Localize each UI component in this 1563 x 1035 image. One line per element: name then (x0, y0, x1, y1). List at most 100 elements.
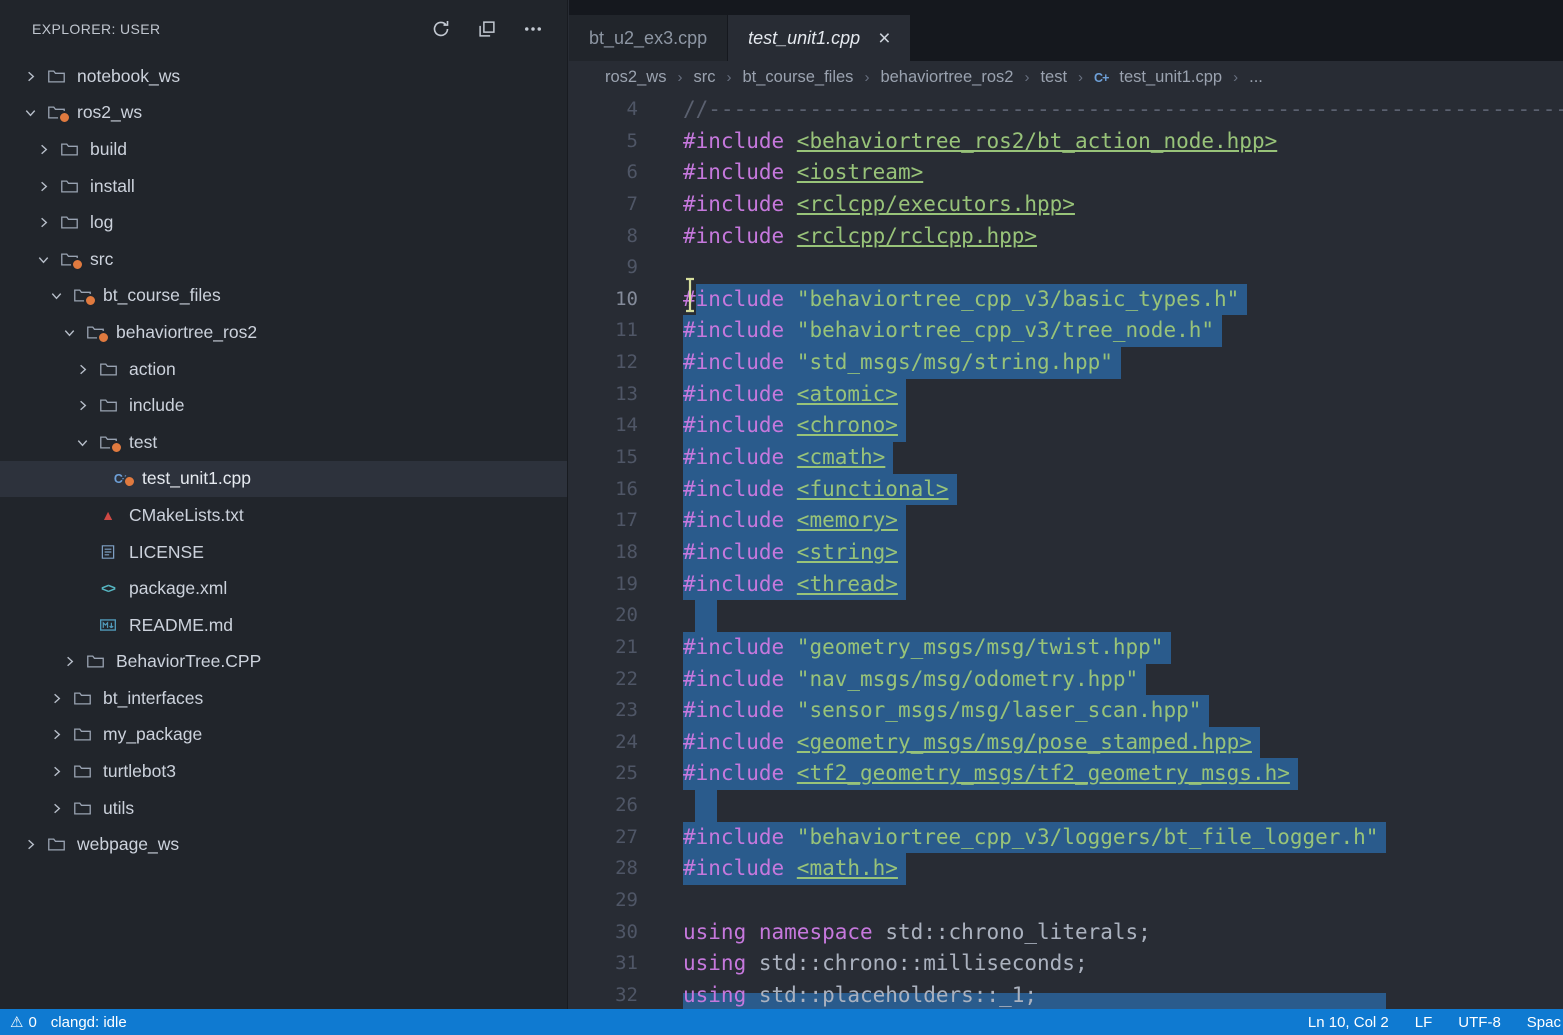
line-number[interactable]: 24 (569, 727, 683, 759)
line-number[interactable]: 17 (569, 505, 683, 537)
line-number[interactable]: 25 (569, 758, 683, 790)
tree-item-ros2_ws[interactable]: ros2_ws (0, 95, 567, 132)
code-line-17[interactable]: 17#include <memory> (569, 505, 1563, 537)
tree-item-behaviortree_ros2[interactable]: behaviortree_ros2 (0, 314, 567, 351)
line-number[interactable]: 8 (569, 221, 683, 253)
line-number[interactable]: 6 (569, 157, 683, 189)
line-number[interactable]: 13 (569, 379, 683, 411)
code-line-26[interactable]: 26 (569, 790, 1563, 822)
breadcrumb-item-src[interactable]: src (693, 68, 715, 87)
line-number[interactable]: 30 (569, 917, 683, 949)
tree-item-turtlebot3[interactable]: turtlebot3 (0, 753, 567, 790)
line-number[interactable]: 23 (569, 695, 683, 727)
code-line-22[interactable]: 22#include "nav_msgs/msg/odometry.hpp" (569, 664, 1563, 696)
tree-item-CMakeLists.txt[interactable]: ▲CMakeLists.txt (0, 497, 567, 534)
chevron-right-icon[interactable] (46, 764, 66, 779)
breadcrumb-item-test[interactable]: test (1040, 68, 1067, 87)
line-number[interactable]: 5 (569, 126, 683, 158)
line-number[interactable]: 10 (569, 284, 683, 316)
line-number[interactable]: 29 (569, 885, 683, 917)
line-number[interactable]: 22 (569, 664, 683, 696)
code-line-12[interactable]: 12#include "std_msgs/msg/string.hpp" (569, 347, 1563, 379)
code-line-19[interactable]: 19#include <thread> (569, 569, 1563, 601)
chevron-right-icon[interactable] (46, 727, 66, 742)
code-line-25[interactable]: 25#include <tf2_geometry_msgs/tf2_geomet… (569, 758, 1563, 790)
chevron-down-icon[interactable] (72, 435, 92, 450)
line-number[interactable]: 28 (569, 853, 683, 885)
line-number[interactable]: 14 (569, 410, 683, 442)
code-line-32[interactable]: 32using std::placeholders::_1; (569, 980, 1563, 1009)
status-item-lf[interactable]: LF (1415, 1014, 1433, 1031)
tree-item-log[interactable]: log (0, 204, 567, 241)
code-line-28[interactable]: 28#include <math.h> (569, 853, 1563, 885)
line-number[interactable]: 9 (569, 252, 683, 284)
code-line-16[interactable]: 16#include <functional> (569, 474, 1563, 506)
code-line-14[interactable]: 14#include <chrono> (569, 410, 1563, 442)
line-number[interactable]: 19 (569, 569, 683, 601)
code-line-5[interactable]: 5#include <behaviortree_ros2/bt_action_n… (569, 126, 1563, 158)
code-line-15[interactable]: 15#include <cmath> (569, 442, 1563, 474)
breadcrumb-item-...[interactable]: ... (1249, 68, 1263, 87)
tab-bt_u2_ex3.cpp[interactable]: bt_u2_ex3.cpp (569, 15, 728, 61)
code-line-10[interactable]: 10#include "behaviortree_cpp_v3/basic_ty… (569, 284, 1563, 316)
code-line-13[interactable]: 13#include <atomic> (569, 379, 1563, 411)
more-actions-icon[interactable] (523, 19, 543, 39)
code-line-21[interactable]: 21#include "geometry_msgs/msg/twist.hpp" (569, 632, 1563, 664)
line-number[interactable]: 27 (569, 822, 683, 854)
tree-item-utils[interactable]: utils (0, 790, 567, 827)
chevron-right-icon[interactable] (46, 691, 66, 706)
refresh-icon[interactable] (431, 19, 451, 39)
line-number[interactable]: 12 (569, 347, 683, 379)
line-number[interactable]: 31 (569, 948, 683, 980)
line-number[interactable]: 21 (569, 632, 683, 664)
tree-item-BehaviorTree.CPP[interactable]: BehaviorTree.CPP (0, 644, 567, 681)
code-line-7[interactable]: 7#include <rclcpp/executors.hpp> (569, 189, 1563, 221)
line-number[interactable]: 16 (569, 474, 683, 506)
tree-item-notebook_ws[interactable]: notebook_ws (0, 58, 567, 95)
tree-item-test[interactable]: test (0, 424, 567, 461)
line-number[interactable]: 15 (569, 442, 683, 474)
code-line-4[interactable]: 4//-------------------------------------… (569, 94, 1563, 126)
chevron-right-icon[interactable] (72, 398, 92, 413)
breadcrumb-item-ros2_ws[interactable]: ros2_ws (605, 68, 666, 87)
code-editor[interactable]: 4//-------------------------------------… (569, 94, 1563, 1009)
line-number[interactable]: 4 (569, 94, 683, 126)
code-line-9[interactable]: 9 (569, 252, 1563, 284)
tree-item-my_package[interactable]: my_package (0, 717, 567, 754)
code-line-8[interactable]: 8#include <rclcpp/rclcpp.hpp> (569, 221, 1563, 253)
tree-item-bt_interfaces[interactable]: bt_interfaces (0, 680, 567, 717)
chevron-right-icon[interactable] (72, 362, 92, 377)
status-item-ln-10-col-2[interactable]: Ln 10, Col 2 (1308, 1014, 1389, 1031)
open-editors-icon[interactable] (477, 19, 497, 39)
tree-item-install[interactable]: install (0, 168, 567, 205)
code-line-31[interactable]: 31using std::chrono::milliseconds; (569, 948, 1563, 980)
code-line-27[interactable]: 27#include "behaviortree_cpp_v3/loggers/… (569, 822, 1563, 854)
clangd-status[interactable]: clangd: idle (51, 1014, 127, 1031)
status-item-spac[interactable]: Spac (1527, 1014, 1561, 1031)
code-line-20[interactable]: 20 (569, 600, 1563, 632)
code-line-30[interactable]: 30using namespace std::chrono_literals; (569, 917, 1563, 949)
problems-indicator[interactable]: ⚠ 0 (10, 1013, 37, 1031)
code-line-29[interactable]: 29 (569, 885, 1563, 917)
line-number[interactable]: 32 (569, 980, 683, 1009)
line-number[interactable]: 20 (569, 600, 683, 632)
chevron-right-icon[interactable] (20, 69, 40, 84)
chevron-right-icon[interactable] (46, 801, 66, 816)
tree-item-webpage_ws[interactable]: webpage_ws (0, 826, 567, 863)
line-number[interactable]: 26 (569, 790, 683, 822)
tree-item-LICENSE[interactable]: LICENSE (0, 534, 567, 571)
tree-item-src[interactable]: src (0, 241, 567, 278)
code-line-23[interactable]: 23#include "sensor_msgs/msg/laser_scan.h… (569, 695, 1563, 727)
close-icon[interactable]: × (878, 28, 890, 49)
code-line-18[interactable]: 18#include <string> (569, 537, 1563, 569)
chevron-down-icon[interactable] (46, 288, 66, 303)
tree-item-package.xml[interactable]: <>package.xml (0, 570, 567, 607)
breadcrumb-item-bt_course_files[interactable]: bt_course_files (742, 68, 853, 87)
tree-item-bt_course_files[interactable]: bt_course_files (0, 278, 567, 315)
chevron-right-icon[interactable] (20, 837, 40, 852)
code-line-24[interactable]: 24#include <geometry_msgs/msg/pose_stamp… (569, 727, 1563, 759)
breadcrumb-item-test_unit1.cpp[interactable]: test_unit1.cpp (1119, 68, 1222, 87)
chevron-down-icon[interactable] (33, 252, 53, 267)
breadcrumb-item-behaviortree_ros2[interactable]: behaviortree_ros2 (880, 68, 1013, 87)
chevron-right-icon[interactable] (59, 654, 79, 669)
